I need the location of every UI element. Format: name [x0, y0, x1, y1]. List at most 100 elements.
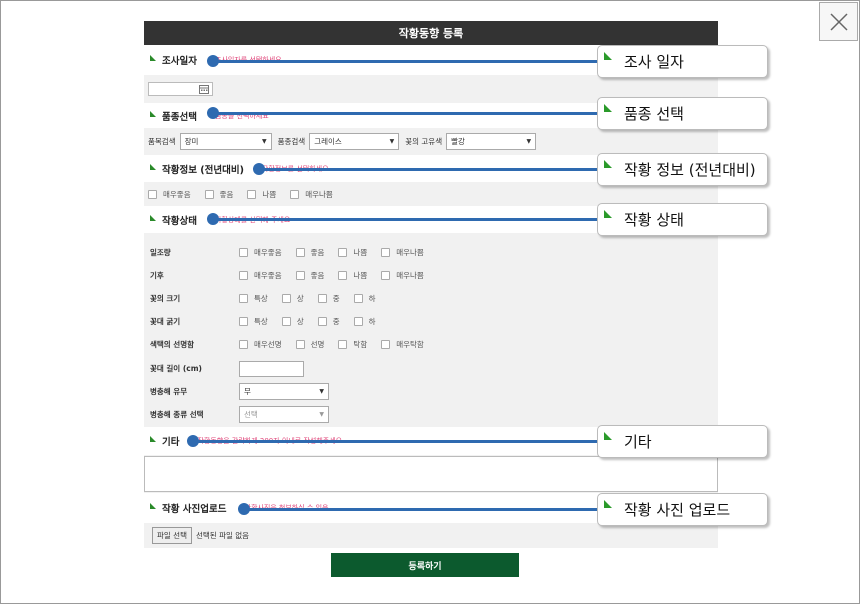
callout-line	[193, 440, 597, 443]
item-select-value: 장미	[184, 137, 199, 146]
callout-dot	[207, 213, 219, 225]
section-title: 조사일자	[162, 56, 197, 67]
sunlight-row: 일조량 매우좋음 좋음 나쁨 매우나쁨	[144, 241, 718, 264]
status-option[interactable]: 특상	[239, 293, 268, 304]
chevron-down-icon: ▼	[319, 388, 324, 395]
chevron-down-icon: ▼	[319, 411, 324, 418]
section-title: 작황상태	[162, 215, 197, 227]
callout-line	[213, 218, 597, 221]
form-title: 작황동향 등록	[144, 21, 718, 45]
status-option[interactable]: 매우좋음	[239, 270, 282, 281]
growth-info-option[interactable]: 나쁨	[247, 189, 276, 200]
section-marker-icon	[150, 110, 156, 117]
callout-variety: 품종 선택	[597, 97, 768, 130]
status-option[interactable]: 탁함	[338, 339, 367, 350]
callout-growth-status: 작황 상태	[597, 203, 768, 236]
status-option[interactable]: 하	[353, 293, 376, 304]
row-label: 꽃의 크기	[150, 294, 181, 303]
close-button[interactable]	[819, 2, 858, 41]
status-option[interactable]: 나쁨	[338, 247, 367, 258]
callout-dot	[238, 503, 250, 515]
status-option[interactable]: 매우나쁨	[381, 247, 424, 258]
variety-select-value: 그레이스	[314, 137, 342, 146]
survey-date-input[interactable]	[148, 82, 213, 96]
growth-info-option[interactable]: 매우좋음	[148, 189, 191, 200]
section-marker-icon	[150, 503, 156, 509]
item-select[interactable]: 장미 ▼	[179, 133, 272, 150]
chevron-down-icon: ▼	[261, 138, 267, 145]
submit-button[interactable]: 등록하기	[331, 553, 519, 577]
popup-window: 작황동향 등록 조사일자 조사일자를 선택하세요	[0, 0, 860, 604]
status-option[interactable]: 좋음	[295, 270, 324, 281]
color-select-value: 빨강	[451, 137, 465, 146]
chevron-down-icon: ▼	[389, 138, 395, 145]
color-clarity-row: 색택의 선명함 매우선명 선명 탁함 매우탁함	[144, 333, 718, 356]
pest-type-select[interactable]: 선택 ▼	[239, 406, 329, 423]
close-icon	[829, 12, 848, 31]
variety-select[interactable]: 그레이스 ▼	[309, 133, 400, 150]
color-select[interactable]: 빨강 ▼	[446, 133, 537, 150]
file-select-button[interactable]: 파일 선택	[152, 527, 192, 544]
status-option[interactable]: 매우선명	[239, 339, 282, 350]
callout-survey-date: 조사 일자	[597, 45, 768, 78]
color-label: 꽃의 고유색	[405, 137, 443, 146]
row-label: 꽃대 길이 (cm)	[150, 364, 202, 373]
chevron-down-icon: ▼	[526, 138, 532, 145]
pest-select[interactable]: 무 ▼	[239, 383, 329, 400]
growth-info-option[interactable]: 좋음	[204, 189, 233, 200]
pest-select-value: 무	[244, 387, 251, 396]
callout-marker-icon	[604, 500, 612, 508]
status-option[interactable]: 매우좋음	[239, 247, 282, 258]
pest-type-row: 병충해 종류 선택 선택 ▼	[144, 403, 718, 426]
callout-line	[259, 168, 597, 171]
section-title: 품종선택	[162, 111, 197, 123]
stem-thickness-row: 꽃대 굵기 특상 상 중 하	[144, 310, 718, 333]
callout-marker-icon	[604, 104, 612, 112]
status-option[interactable]: 상	[281, 293, 304, 304]
section-marker-icon	[150, 436, 156, 442]
climate-row: 기후 매우좋음 좋음 나쁨 매우나쁨	[144, 264, 718, 287]
growth-info-option[interactable]: 매우나쁨	[290, 189, 333, 200]
status-option[interactable]: 중	[317, 293, 340, 304]
callout-marker-icon	[604, 210, 612, 218]
row-label: 병충해 유무	[150, 387, 188, 396]
file-status-text: 선택된 파일 없음	[195, 531, 250, 540]
callout-marker-icon	[604, 52, 612, 60]
callout-line	[213, 60, 597, 63]
row-label: 병충해 종류 선택	[150, 410, 204, 419]
status-option[interactable]: 선명	[295, 339, 324, 350]
row-label: 색택의 선명함	[150, 340, 195, 349]
status-option[interactable]: 매우탁함	[381, 339, 424, 350]
callout-dot	[207, 107, 219, 119]
section-marker-icon	[150, 163, 156, 170]
pest-type-select-value: 선택	[244, 410, 258, 419]
flower-size-row: 꽃의 크기 특상 상 중 하	[144, 287, 718, 310]
variety-search-label: 품종검색	[277, 137, 306, 146]
status-option[interactable]: 상	[281, 316, 304, 327]
status-option[interactable]: 매우나쁨	[381, 270, 424, 281]
callout-photo: 작황 사진 업로드	[597, 493, 768, 526]
stem-length-input[interactable]	[239, 360, 304, 377]
callout-dot	[253, 163, 265, 175]
etc-textarea[interactable]	[144, 456, 718, 492]
calendar-icon[interactable]	[199, 84, 209, 94]
stem-length-row: 꽃대 길이 (cm)	[144, 357, 718, 380]
pest-row: 병충해 유무 무 ▼	[144, 380, 718, 403]
status-option[interactable]: 나쁨	[338, 270, 367, 281]
section-title: 작황 사진업로드	[162, 504, 227, 515]
item-search-label: 품목검색	[148, 137, 176, 146]
callout-line	[213, 112, 597, 115]
section-marker-icon	[150, 55, 156, 61]
row-label: 꽃대 굵기	[150, 317, 181, 326]
section-title: 기타	[162, 437, 180, 448]
row-label: 일조량	[150, 248, 171, 257]
callout-marker-icon	[604, 432, 612, 440]
status-option[interactable]: 좋음	[295, 247, 324, 258]
status-option[interactable]: 중	[317, 316, 340, 327]
section-title: 작황정보 (전년대비)	[162, 164, 244, 176]
status-option[interactable]: 특상	[239, 316, 268, 327]
status-option[interactable]: 하	[353, 316, 376, 327]
callout-dot	[207, 55, 219, 67]
callout-line	[244, 508, 597, 511]
callout-etc: 기타	[597, 425, 768, 458]
